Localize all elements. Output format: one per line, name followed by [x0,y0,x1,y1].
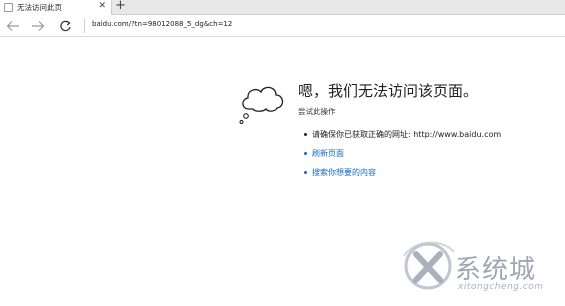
back-arrow-icon [6,21,19,31]
bullet [304,152,307,155]
new-tab-button[interactable]: + [115,0,126,13]
address-bar[interactable]: baidu.com/?tn=98012088_5_dg&ch=12 [92,20,232,28]
tab-active[interactable]: 无法访问此页 ✕ [0,0,112,15]
watermark-logo-text: 系统城 [455,255,537,285]
watermark-site: xitongcheng.com [458,282,544,292]
bullet [304,171,307,174]
cloud-icon [239,86,284,124]
suggestion-text: 请确保你已获取正确的网址: http://www.baidu.com [312,130,502,139]
tab-strip: 无法访问此页 ✕ + [0,0,565,15]
tab-title: 无法访问此页 [17,3,62,12]
page-favicon-icon [4,3,13,12]
error-subtitle: 尝试此操作 [298,107,336,116]
back-button[interactable] [4,17,22,35]
toolbar-divider [84,19,85,33]
forward-arrow-icon [32,21,45,31]
suggestion-check-url: 请确保你已获取正确的网址: http://www.baidu.com [304,129,501,140]
suggestion-refresh[interactable]: 刷新页面 [304,148,344,159]
bullet [304,133,307,136]
refresh-button[interactable] [56,17,74,35]
watermark-logo-icon [403,241,455,290]
navigation-bar: baidu.com/?tn=98012088_5_dg&ch=12 [0,15,565,37]
refresh-page-link[interactable]: 刷新页面 [312,148,344,159]
tab-close-button[interactable]: ✕ [98,1,106,11]
forward-button[interactable] [29,17,47,35]
refresh-icon [59,20,71,31]
error-title: 嗯，我们无法访问该页面。 [298,82,479,100]
search-link[interactable]: 搜索你想要的内容 [312,167,376,178]
suggestion-search[interactable]: 搜索你想要的内容 [304,167,376,178]
watermark: 系统城 xitongcheng.com [398,232,558,298]
